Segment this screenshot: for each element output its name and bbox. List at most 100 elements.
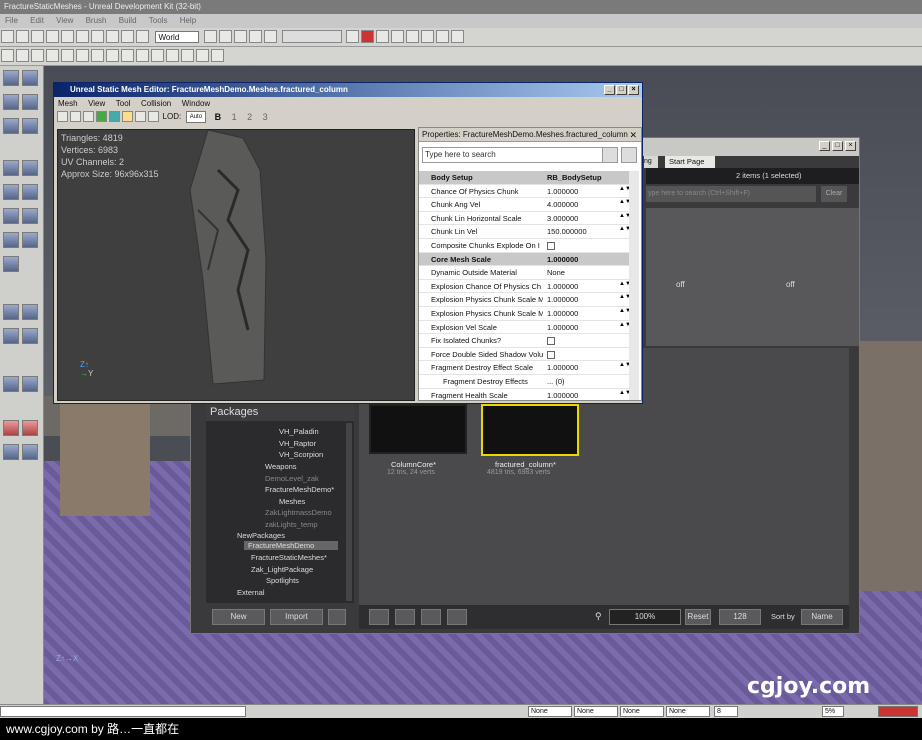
menu-view[interactable]: View (56, 16, 73, 25)
property-row[interactable]: Core Mesh Scale 1.000000 (419, 252, 629, 267)
normals-icon[interactable] (96, 111, 107, 122)
cone-brush-icon[interactable] (3, 160, 19, 176)
view-mode-thumbs-icon[interactable] (447, 609, 467, 625)
tree-item[interactable]: ZakLightmassDemo (265, 508, 332, 517)
property-row[interactable]: Body Setup RB_BodySetup (419, 171, 629, 185)
build-lighting-icon[interactable] (264, 30, 278, 43)
invert-selection-icon[interactable] (3, 444, 19, 460)
property-value[interactable]: 1.000000 (547, 361, 617, 374)
spinner-icon[interactable]: ▲▼ (619, 186, 631, 196)
csg-subtract-icon[interactable] (46, 49, 59, 62)
unlit-icon[interactable] (151, 49, 164, 62)
property-row[interactable]: Explosion Physics Chunk Scale M 1.000000 ▲… (419, 307, 631, 321)
spinner-icon[interactable]: ▲▼ (619, 390, 631, 400)
tree-item[interactable]: NewPackages (237, 531, 285, 540)
property-value[interactable]: 1.000000 (547, 321, 617, 334)
sheet-brush-icon[interactable] (3, 208, 19, 224)
spinner-icon[interactable]: ▲▼ (619, 226, 631, 236)
bounds-icon[interactable] (70, 111, 81, 122)
lod-1-button[interactable]: 1 (232, 112, 237, 122)
property-row[interactable]: Chunk Lin Vel 150.000000 ▲▼ (419, 225, 631, 239)
game-view-icon[interactable] (196, 49, 209, 62)
matinee-icon[interactable] (249, 30, 263, 43)
property-value[interactable]: 1.000000 (547, 307, 617, 320)
snap-icon[interactable] (436, 30, 450, 43)
builder-brush-icon[interactable] (16, 49, 29, 62)
property-value[interactable]: RB_BodySetup (547, 171, 617, 184)
menu-mesh[interactable]: Mesh (58, 99, 78, 108)
property-checkbox[interactable] (547, 242, 555, 251)
add-volume-icon[interactable] (3, 376, 19, 392)
zoom-field[interactable]: 100% (609, 609, 681, 625)
property-row[interactable]: Fragment Destroy Effect Scale 1.000000 ▲▼ (419, 361, 631, 375)
property-value[interactable]: 1.000000 (547, 280, 617, 293)
property-value[interactable]: None (547, 266, 617, 279)
property-row[interactable]: Dynamic Outside Material None (419, 266, 629, 280)
property-value[interactable]: 4.000000 (547, 198, 617, 211)
minimize-icon[interactable]: _ (819, 141, 830, 151)
terrain-mode-icon[interactable] (22, 94, 38, 110)
wireframe-icon[interactable] (57, 111, 68, 122)
kismet-icon[interactable] (234, 30, 248, 43)
build-paths-icon[interactable] (361, 30, 375, 43)
tangents-icon[interactable] (109, 111, 120, 122)
scale-icon[interactable] (121, 30, 134, 43)
rotate-icon[interactable] (106, 30, 119, 43)
property-value[interactable]: 1.000000 (547, 389, 617, 400)
cylinder-brush-icon[interactable] (3, 184, 19, 200)
spinner-icon[interactable]: ▲▼ (619, 199, 631, 209)
property-value[interactable]: 3.000000 (547, 212, 617, 225)
clear-button[interactable]: Clear (821, 186, 847, 202)
binoculars-icon[interactable] (204, 30, 218, 43)
show-all-icon[interactable] (22, 444, 38, 460)
settings-icon[interactable] (451, 30, 465, 43)
undo-icon[interactable] (46, 30, 59, 43)
minimize-icon[interactable]: _ (604, 85, 615, 95)
texture-align-icon[interactable] (3, 118, 19, 134)
tree-item[interactable]: FractureMeshDemo* (265, 485, 334, 494)
geometry-mode-icon[interactable] (3, 94, 19, 110)
snap-percent-field[interactable]: 5% (822, 706, 844, 717)
realtime-icon[interactable] (106, 49, 119, 62)
dropdown-icon[interactable] (1, 49, 14, 62)
grid-size-field[interactable]: 8 (714, 706, 738, 717)
volume-icon[interactable] (61, 49, 74, 62)
lighting-only-icon[interactable] (181, 49, 194, 62)
property-value[interactable]: 1.000000 (547, 253, 617, 266)
spinner-icon[interactable]: ▲▼ (619, 322, 631, 332)
new-button[interactable]: New (212, 609, 265, 625)
tree-item[interactable]: DemoLevel_zak (265, 474, 319, 483)
view-mode-grid-icon[interactable] (421, 609, 441, 625)
property-row[interactable]: Chunk Lin Horizontal Scale 3.000000 ▲▼ (419, 212, 631, 226)
clear-search-icon[interactable] (621, 147, 637, 163)
property-row[interactable]: Composite Chunks Explode On I (419, 239, 629, 253)
fracture-tool-icon[interactable] (148, 111, 159, 122)
tree-item[interactable]: VH_Scorpion (279, 450, 323, 459)
linear-stair-icon[interactable] (22, 184, 38, 200)
spinner-icon[interactable]: ▲▼ (619, 308, 631, 318)
lod-3-button[interactable]: 3 (263, 112, 268, 122)
tree-item[interactable]: VH_Raptor (279, 439, 316, 448)
reset-button[interactable]: Reset (685, 609, 711, 625)
play-icon[interactable] (391, 30, 405, 43)
maximize-icon[interactable]: □ (616, 85, 627, 95)
tree-item[interactable]: Spotlights (266, 576, 299, 585)
property-value[interactable]: 1.000000 (547, 185, 617, 198)
csg-add-icon[interactable] (31, 49, 44, 62)
properties-search-input[interactable]: Type here to search (422, 147, 612, 163)
menu-edit[interactable]: Edit (30, 16, 44, 25)
tree-item[interactable]: zakLights_temp (265, 520, 318, 529)
close-icon[interactable]: × (628, 85, 639, 95)
record-icon[interactable] (878, 706, 918, 717)
lock-icon[interactable] (122, 111, 133, 122)
lod-2-button[interactable]: 2 (247, 112, 252, 122)
tree-item[interactable]: FractureStaticMeshes* (251, 553, 327, 562)
menu-tool[interactable]: Tool (116, 99, 131, 108)
menu-help[interactable]: Help (180, 16, 196, 25)
lit-icon[interactable] (121, 49, 134, 62)
tab-partial[interactable]: ng (644, 156, 658, 168)
property-row[interactable]: Explosion Chance Of Physics Ch 1.000000 ▲▼ (419, 280, 631, 294)
menu-view[interactable]: View (88, 99, 105, 108)
drag-grid-slider[interactable] (281, 30, 342, 43)
translate-icon[interactable] (91, 30, 104, 43)
